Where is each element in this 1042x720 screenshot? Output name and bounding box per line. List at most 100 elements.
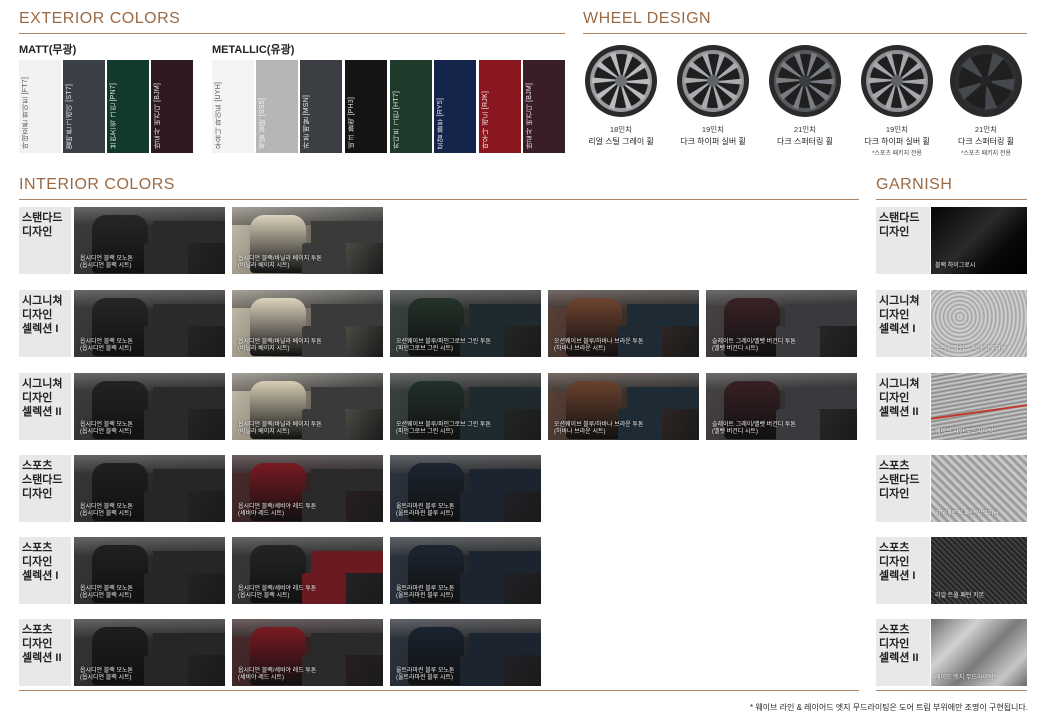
interior-caption-line1: 오션웨이브 블루/파인그로브 그린 투톤 — [396, 422, 491, 428]
matt-label: MATT(무광) — [19, 44, 77, 56]
color-swatch[interactable]: 마테호른 화이트 [FT7] — [19, 60, 61, 153]
interior-caption-line1: 오션웨이브 블루/하바나 브라운 투톤 — [554, 422, 644, 428]
color-swatch[interactable]: 우유니 화이트 [UYH] — [212, 60, 254, 153]
interior-caption-line1: 옵시디언 블랙 모노톤 — [80, 504, 134, 510]
wheel-option[interactable]: 18인치 리얼 스틸 그레이 휠 — [575, 44, 667, 147]
interior-caption-line1: 옵시디언 블랙/세비야 레드 투톤 — [238, 586, 317, 592]
interior-thumbnail[interactable]: 옵시디언 블랙 모노톤 (옵시디언 블랙 시트) — [74, 619, 225, 686]
interior-caption-line1: 울트라마린 블루 모노톤 — [396, 504, 455, 510]
interior-caption: 옵시디언 블랙/세비야 레드 투톤 (옵시디언 블랙 시트) — [238, 586, 316, 600]
interior-caption-line1: 옵시디언 블랙 모노톤 — [80, 339, 134, 345]
garnish-row-label: 스탠다드 디자인 — [876, 207, 930, 274]
interior-console — [144, 573, 188, 604]
interior-thumbnail[interactable]: 옵시디언 블랙/세비야 레드 투톤 (옵시디언 블랙 시트) — [232, 537, 383, 604]
color-swatch[interactable]: 마우나 레드 [RJK] — [479, 60, 521, 153]
interior-dashboard — [469, 551, 541, 573]
interior-thumbnail[interactable]: 옵시디언 블랙 모노톤 (옵시디언 블랙 시트) — [74, 373, 225, 440]
garnish-swatch[interactable]: 레이드 엣지 무드라이팅* — [931, 619, 1027, 686]
color-swatch[interactable]: 로얄 블루 [RY5] — [434, 60, 476, 153]
color-swatch[interactable]: 브런즈윅 그린 [PN7] — [107, 60, 149, 153]
interior-thumbnail[interactable]: 오션웨이브 블루/하바나 브라운 투톤 (하바나 브라운 시트) — [548, 290, 699, 357]
color-swatch[interactable]: 카디프 그린 [HT7] — [390, 60, 432, 153]
interior-dashboard — [469, 633, 541, 655]
interior-caption-line2: (하바나 브라운 시트) — [554, 429, 606, 435]
garnish-rule — [876, 199, 1027, 200]
footnote: * 웨이브 라인 & 레이어드 엣지 무드라이팅은 도어 트림 부위에만 조명이… — [750, 703, 1028, 712]
interior-caption-line2: (벨벳 버건디 시트) — [712, 429, 758, 435]
interior-row-label: 시그니쳐 디자인 셀렉션 II — [19, 373, 71, 440]
interior-thumbnail[interactable]: 옵시디언 블랙 모노톤 (옵시디언 블랙 시트) — [74, 207, 225, 274]
garnish-swatch[interactable]: 스핀 브러쉬드 패턴 알루미늄 — [931, 290, 1027, 357]
color-swatch[interactable]: 멜버른 그레이 [ST7] — [63, 60, 105, 153]
garnish-swatch[interactable]: 리얼 트윌 패턴 카본 — [931, 537, 1027, 604]
interior-thumbnail[interactable]: 옵시디언 블랙/바닐라 베이지 투톤 (바닐라 베이지 시트) — [232, 290, 383, 357]
wheel-option[interactable]: 19인치 다크 하이퍼 실버 휠 — [667, 44, 759, 147]
interior-thumbnail[interactable]: 슬레이트 그레이/벨벳 버건디 투톤 (벨벳 버건디 시트) — [706, 290, 857, 357]
color-swatch[interactable]: 바로사 버건디 [BJM] — [151, 60, 193, 153]
interior-thumbnail[interactable]: 슬레이트 그레이/벨벳 버건디 투톤 (벨벳 버건디 시트) — [706, 373, 857, 440]
interior-dashboard — [311, 633, 383, 655]
interior-thumbnail[interactable]: 옵시디언 블랙/세비야 레드 투톤 (세비야 레드 시트) — [232, 619, 383, 686]
interior-caption: 옵시디언 블랙/세비야 레드 투톤 (세비야 레드 시트) — [238, 668, 316, 682]
interior-thumbnail[interactable]: 옵시디언 블랙 모노톤 (옵시디언 블랙 시트) — [74, 537, 225, 604]
interior-caption-line2: (옵시디언 블랙 시트) — [80, 511, 132, 517]
interior-thumbnail[interactable]: 울트라마린 블루 모노톤 (울트라마린 블루 시트) — [390, 537, 541, 604]
interior-thumbnail[interactable]: 옵시디언 블랙/바닐라 베이지 투톤 (바닐라 베이지 시트) — [232, 373, 383, 440]
color-swatch[interactable]: 바로사 버건디 [BJM] — [523, 60, 565, 153]
wheel-option[interactable]: 19인치 다크 하이퍼 실버 휠 *스포츠 패키지 전용 — [851, 44, 943, 157]
interior-caption: 옵시디언 블랙/바닐라 베이지 투톤 (바닐라 베이지 시트) — [238, 422, 322, 436]
interior-thumbnail[interactable]: 오션웨이브 블루/하바나 브라운 투톤 (하바나 브라운 시트) — [548, 373, 699, 440]
interior-caption-line1: 울트라마린 블루 모노톤 — [396, 586, 455, 592]
garnish-swatch[interactable]: 지오메트릭 패턴 알루미늄 — [931, 455, 1027, 522]
interior-thumbnail[interactable]: 오션웨이브 블루/파인그로브 그린 투톤 (파인그로브 그린 시트) — [390, 290, 541, 357]
color-swatch[interactable]: 세빌 실버 [SS5] — [256, 60, 298, 153]
interior-row-label: 시그니쳐 디자인 셀렉션 I — [19, 290, 71, 357]
color-swatch[interactable]: 카본 메탈 [MSN] — [300, 60, 342, 153]
garnish-caption: 웨이브 라인 무드라이팅* — [935, 429, 996, 435]
interior-dashboard — [627, 387, 699, 409]
garnish-swatch[interactable]: 블랙 하이그로시 — [931, 207, 1027, 274]
garnish-swatch[interactable]: 웨이브 라인 무드라이팅* — [931, 373, 1027, 440]
interior-thumbnail[interactable]: 옵시디언 블랙/세비야 레드 투톤 (세비야 레드 시트) — [232, 455, 383, 522]
wheel-size: 19인치 — [701, 125, 725, 134]
interior-caption-line1: 슬레이트 그레이/벨벳 버건디 투톤 — [712, 422, 796, 428]
interior-dashboard — [311, 469, 383, 491]
interior-console — [144, 409, 188, 440]
color-swatch[interactable]: 비크 블랙 [PH3] — [345, 60, 387, 153]
interior-caption: 오션웨이브 블루/하바나 브라운 투톤 (하바나 브라운 시트) — [554, 339, 643, 353]
interior-caption-line2: (울트라마린 블루 시트) — [396, 675, 454, 681]
garnish-row-label: 시그니쳐 디자인 셀렉션 II — [876, 373, 930, 440]
color-swatch-label: 바로사 버건디 [BJM] — [154, 82, 161, 149]
color-swatch-label: 마테호른 화이트 [FT7] — [22, 76, 29, 149]
interior-console — [460, 491, 504, 522]
interior-thumbnail[interactable]: 울트라마린 블루 모노톤 (울트라마린 블루 시트) — [390, 455, 541, 522]
interior-caption-line2: (하바나 브라운 시트) — [554, 346, 606, 352]
interior-caption: 옵시디언 블랙 모노톤 (옵시디언 블랙 시트) — [80, 504, 133, 518]
interior-thumbnail[interactable]: 오션웨이브 블루/파인그로브 그린 투톤 (파인그로브 그린 시트) — [390, 373, 541, 440]
wheel-image — [585, 45, 657, 117]
interior-thumbnail[interactable]: 울트라마린 블루 모노톤 (울트라마린 블루 시트) — [390, 619, 541, 686]
wheel-option[interactable]: 21인치 다크 스퍼터링 휠 *스포츠 패키지 전용 — [940, 44, 1032, 157]
metallic-label: METALLIC(유광) — [212, 44, 295, 56]
interior-dashboard — [153, 551, 225, 573]
interior-console — [144, 491, 188, 522]
color-swatch-label: 카본 메탈 [MSN] — [303, 95, 310, 149]
interior-caption: 울트라마린 블루 모노톤 (울트라마린 블루 시트) — [396, 668, 455, 682]
interior-row-label: 스탠다드 디자인 — [19, 207, 71, 274]
exterior-rule — [19, 33, 565, 34]
wheel-name: 다크 하이퍼 실버 휠 — [864, 137, 930, 146]
interior-dashboard — [153, 469, 225, 491]
wheel-option[interactable]: 21인치 다크 스퍼터링 휠 — [759, 44, 851, 147]
wheel-size: 21인치 — [793, 125, 817, 134]
interior-thumbnail[interactable]: 옵시디언 블랙/바닐라 베이지 투톤 (바닐라 베이지 시트) — [232, 207, 383, 274]
interior-thumbnail[interactable]: 옵시디언 블랙 모노톤 (옵시디언 블랙 시트) — [74, 290, 225, 357]
interior-dashboard — [153, 633, 225, 655]
interior-dashboard — [469, 387, 541, 409]
interior-thumbnail[interactable]: 옵시디언 블랙 모노톤 (옵시디언 블랙 시트) — [74, 455, 225, 522]
interior-caption-line2: (바닐라 베이지 시트) — [238, 263, 290, 269]
interior-caption-line1: 오션웨이브 블루/파인그로브 그린 투톤 — [396, 339, 491, 345]
interior-caption-line1: 슬레이트 그레이/벨벳 버건디 투톤 — [712, 339, 796, 345]
bottom-rule-right — [876, 690, 1027, 691]
interior-caption-line2: (옵시디언 블랙 시트) — [80, 429, 132, 435]
garnish-caption: 블랙 하이그로시 — [935, 263, 976, 269]
